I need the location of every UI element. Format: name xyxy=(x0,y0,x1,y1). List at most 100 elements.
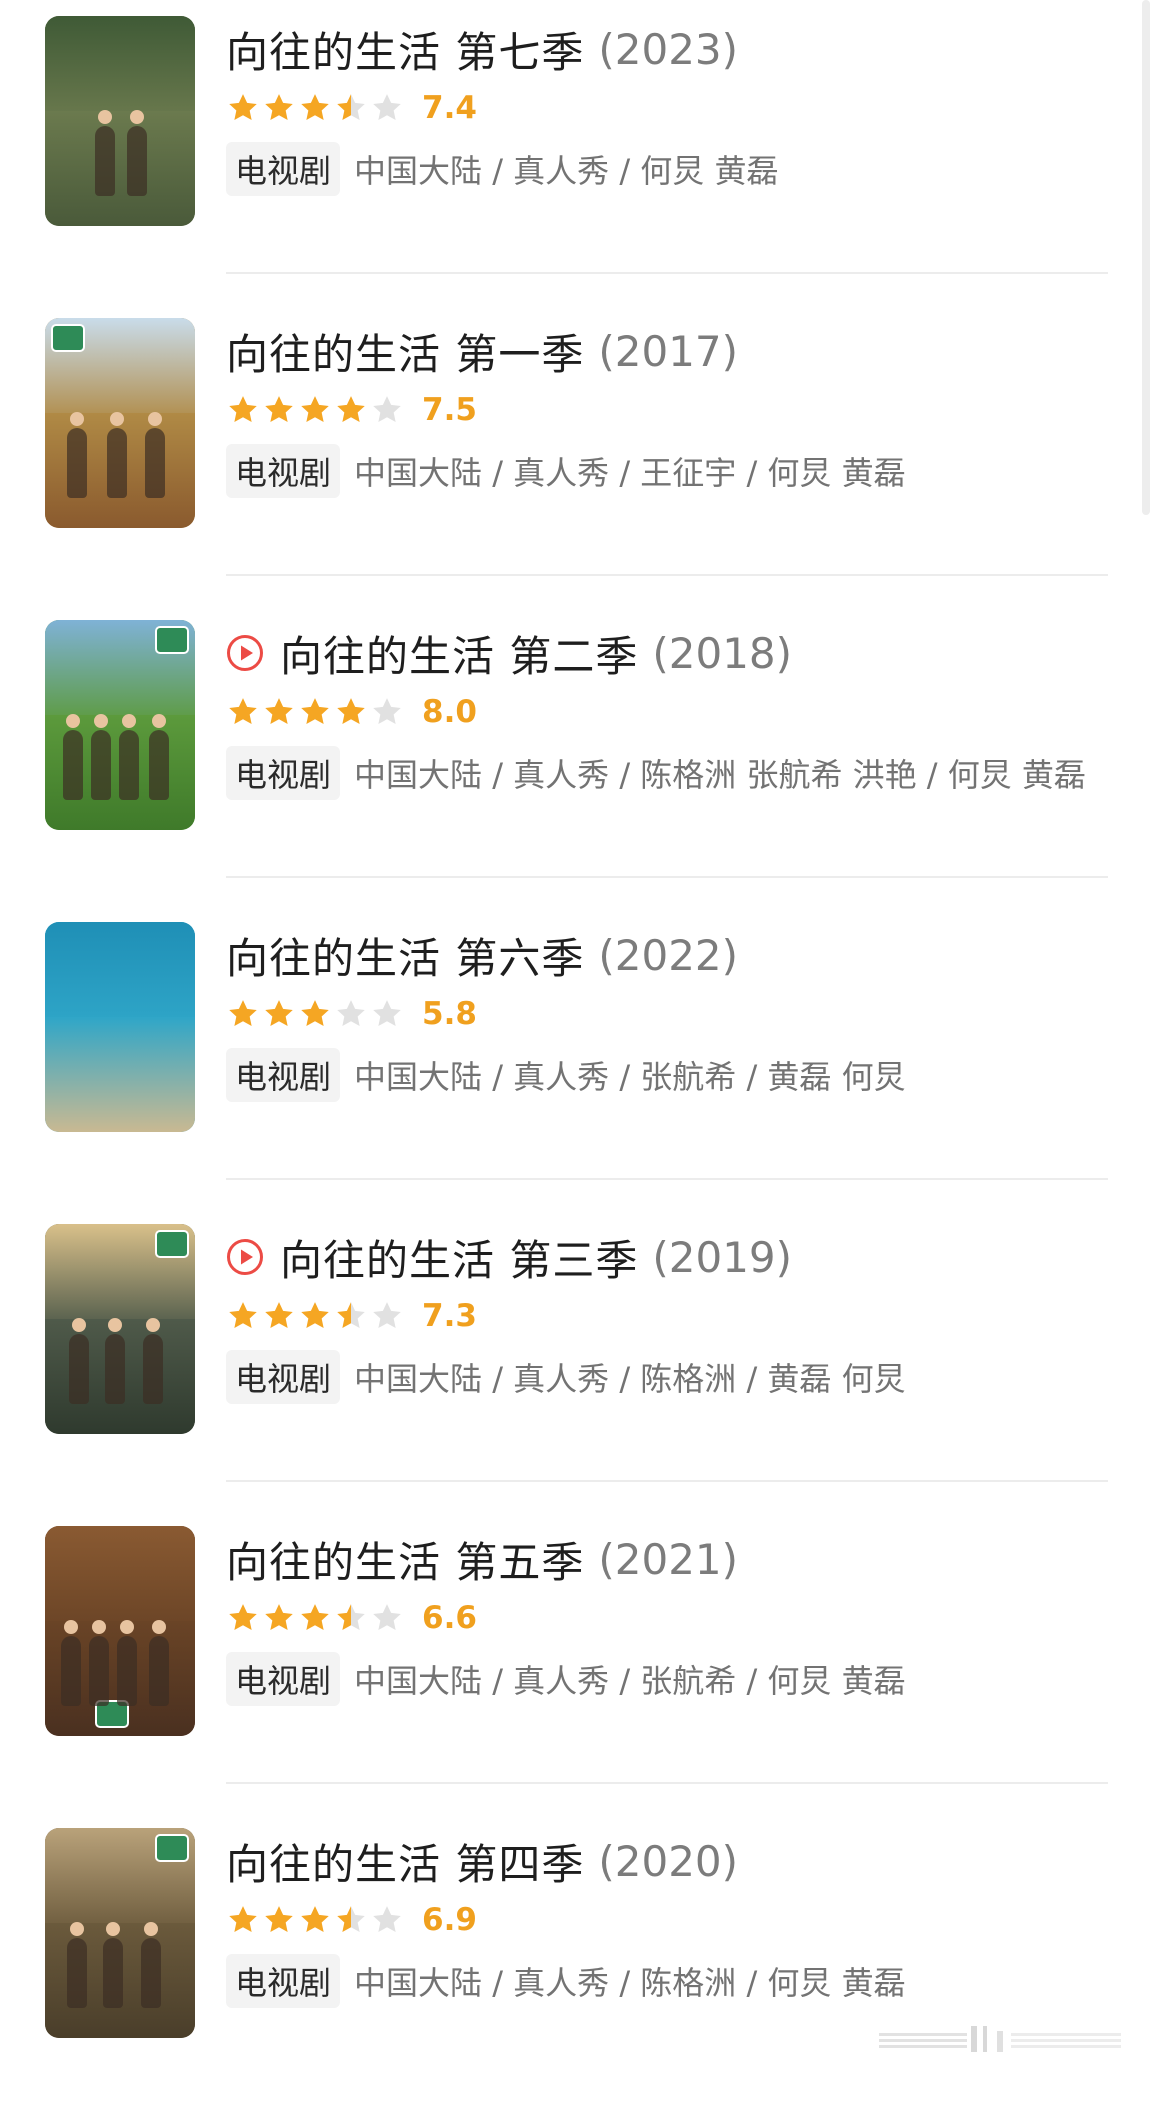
item-title[interactable]: 向往的生活 第二季 xyxy=(280,623,638,684)
star-filled-icon xyxy=(265,1906,293,1933)
title-row[interactable]: 向往的生活 第一季 (2017) xyxy=(226,318,1106,384)
item-title[interactable]: 向往的生活 第六季 xyxy=(226,925,584,986)
poster-figure xyxy=(149,1620,169,1706)
meta-row: 电视剧 中国大陆 / 真人秀 / 张航希 / 何炅 黄磊 xyxy=(226,1648,1106,1710)
poster-ground xyxy=(45,110,195,226)
meta-row: 电视剧 中国大陆 / 真人秀 / 张航希 / 黄磊 何炅 xyxy=(226,1044,1106,1106)
item-title[interactable]: 向往的生活 第五季 xyxy=(226,1529,584,1590)
meta-row: 电视剧 中国大陆 / 真人秀 / 陈格洲 / 何炅 黄磊 xyxy=(226,1950,1106,2012)
rating-row: 7.4 xyxy=(226,84,1106,132)
poster-figure xyxy=(127,110,147,196)
scrollbar[interactable] xyxy=(1142,0,1150,515)
poster-figure xyxy=(63,714,83,800)
item-meta: 中国大陆 / 真人秀 / 张航希 / 何炅 黄磊 xyxy=(354,1662,906,1700)
star-filled-icon xyxy=(265,1302,293,1329)
star-rating xyxy=(226,997,406,1031)
item-info: 向往的生活 第三季 (2019) 7.3 电视剧 中国大陆 / 真人秀 / 陈格… xyxy=(226,1224,1106,1408)
play-icon[interactable] xyxy=(226,634,264,672)
list-item[interactable]: 向往的生活 第二季 (2018) 8.0 电视剧 中国大陆 / 真人秀 / 陈格… xyxy=(0,604,1152,906)
star-half-icon xyxy=(337,1906,365,1933)
title-row[interactable]: 向往的生活 第六季 (2022) xyxy=(226,922,1106,988)
poster-figure xyxy=(149,714,169,800)
poster-sky xyxy=(45,922,195,1027)
star-empty-icon xyxy=(373,1000,401,1027)
item-title[interactable]: 向往的生活 第四季 xyxy=(226,1831,584,1892)
category-tag: 电视剧 xyxy=(226,1954,341,2008)
item-year: (2017) xyxy=(598,326,739,376)
rating-row: 6.6 xyxy=(226,1594,1106,1642)
star-rating xyxy=(226,695,406,729)
title-row[interactable]: 向往的生活 第二季 (2018) xyxy=(226,620,1106,686)
poster-figure xyxy=(91,714,111,800)
star-empty-icon xyxy=(337,1000,365,1027)
poster-logo-badge xyxy=(155,626,189,654)
poster-image[interactable] xyxy=(45,318,195,528)
list-item[interactable]: 向往的生活 第七季 (2023) 7.4 电视剧 中国大陆 / 真人秀 / 何炅… xyxy=(0,0,1152,302)
list-item[interactable]: 向往的生活 第六季 (2022) 5.8 电视剧 中国大陆 / 真人秀 / 张航… xyxy=(0,906,1152,1208)
list-item[interactable]: 向往的生活 第三季 (2019) 7.3 电视剧 中国大陆 / 真人秀 / 陈格… xyxy=(0,1208,1152,1510)
item-meta: 中国大陆 / 真人秀 / 陈格洲 / 黄磊 何炅 xyxy=(354,1360,906,1398)
item-year: (2020) xyxy=(598,1836,739,1886)
poster-sky xyxy=(45,16,195,121)
divider xyxy=(226,272,1108,274)
divider xyxy=(226,1782,1108,1784)
star-empty-icon xyxy=(373,1302,401,1329)
item-title[interactable]: 向往的生活 第三季 xyxy=(280,1227,638,1288)
rating-score: 8.0 xyxy=(422,694,477,730)
title-row[interactable]: 向往的生活 第五季 (2021) xyxy=(226,1526,1106,1592)
poster-image[interactable] xyxy=(45,1224,195,1434)
star-filled-icon xyxy=(301,698,329,725)
star-empty-icon xyxy=(373,396,401,423)
poster-figure xyxy=(119,714,139,800)
item-title[interactable]: 向往的生活 第一季 xyxy=(226,321,584,382)
rating-score: 7.4 xyxy=(422,90,477,126)
poster-figure xyxy=(61,1620,81,1706)
star-filled-icon xyxy=(337,698,365,725)
item-info: 向往的生活 第六季 (2022) 5.8 电视剧 中国大陆 / 真人秀 / 张航… xyxy=(226,922,1106,1106)
title-row[interactable]: 向往的生活 第四季 (2020) xyxy=(226,1828,1106,1894)
list-item[interactable]: 向往的生活 第五季 (2021) 6.6 电视剧 中国大陆 / 真人秀 / 张航… xyxy=(0,1510,1152,1812)
poster-sky xyxy=(45,1526,195,1631)
star-filled-icon xyxy=(301,1000,329,1027)
title-row[interactable]: 向往的生活 第三季 (2019) xyxy=(226,1224,1106,1290)
rating-row: 6.9 xyxy=(226,1896,1106,1944)
poster-figure xyxy=(143,1318,163,1404)
meta-row: 电视剧 中国大陆 / 真人秀 / 何炅 黄磊 xyxy=(226,138,1106,200)
star-filled-icon xyxy=(229,1604,257,1631)
category-tag: 电视剧 xyxy=(226,142,341,196)
poster-image[interactable] xyxy=(45,620,195,830)
star-filled-icon xyxy=(229,1906,257,1933)
star-filled-icon xyxy=(337,396,365,423)
star-filled-icon xyxy=(265,1000,293,1027)
play-icon[interactable] xyxy=(226,1238,264,1276)
poster-logo-badge xyxy=(155,1230,189,1258)
poster-image[interactable] xyxy=(45,1828,195,2038)
item-year: (2018) xyxy=(652,628,793,678)
star-rating xyxy=(226,91,406,125)
item-year: (2021) xyxy=(598,1534,739,1584)
title-row[interactable]: 向往的生活 第七季 (2023) xyxy=(226,16,1106,82)
divider xyxy=(226,876,1108,878)
poster-image[interactable] xyxy=(45,922,195,1132)
star-filled-icon xyxy=(229,698,257,725)
divider xyxy=(226,1178,1108,1180)
poster-figure xyxy=(89,1620,109,1706)
star-filled-icon xyxy=(301,94,329,121)
category-tag: 电视剧 xyxy=(226,746,341,800)
category-tag: 电视剧 xyxy=(226,1652,341,1706)
item-title[interactable]: 向往的生活 第七季 xyxy=(226,19,584,80)
star-rating xyxy=(226,1299,406,1333)
star-filled-icon xyxy=(229,396,257,423)
list-item[interactable]: 向往的生活 第一季 (2017) 7.5 电视剧 中国大陆 / 真人秀 / 王征… xyxy=(0,302,1152,604)
item-meta: 中国大陆 / 真人秀 / 王征宇 / 何炅 黄磊 xyxy=(354,454,906,492)
item-meta: 中国大陆 / 真人秀 / 陈格洲 张航希 洪艳 / 何炅 黄磊 xyxy=(354,756,1086,794)
category-tag: 电视剧 xyxy=(226,1350,341,1404)
rating-score: 6.9 xyxy=(422,1902,477,1938)
item-info: 向往的生活 第五季 (2021) 6.6 电视剧 中国大陆 / 真人秀 / 张航… xyxy=(226,1526,1106,1710)
item-year: (2022) xyxy=(598,930,739,980)
list-item[interactable]: 向往的生活 第四季 (2020) 6.9 电视剧 中国大陆 / 真人秀 / 陈格… xyxy=(0,1812,1152,2114)
star-filled-icon xyxy=(301,396,329,423)
poster-image[interactable] xyxy=(45,1526,195,1736)
poster-figure xyxy=(95,110,115,196)
poster-image[interactable] xyxy=(45,16,195,226)
